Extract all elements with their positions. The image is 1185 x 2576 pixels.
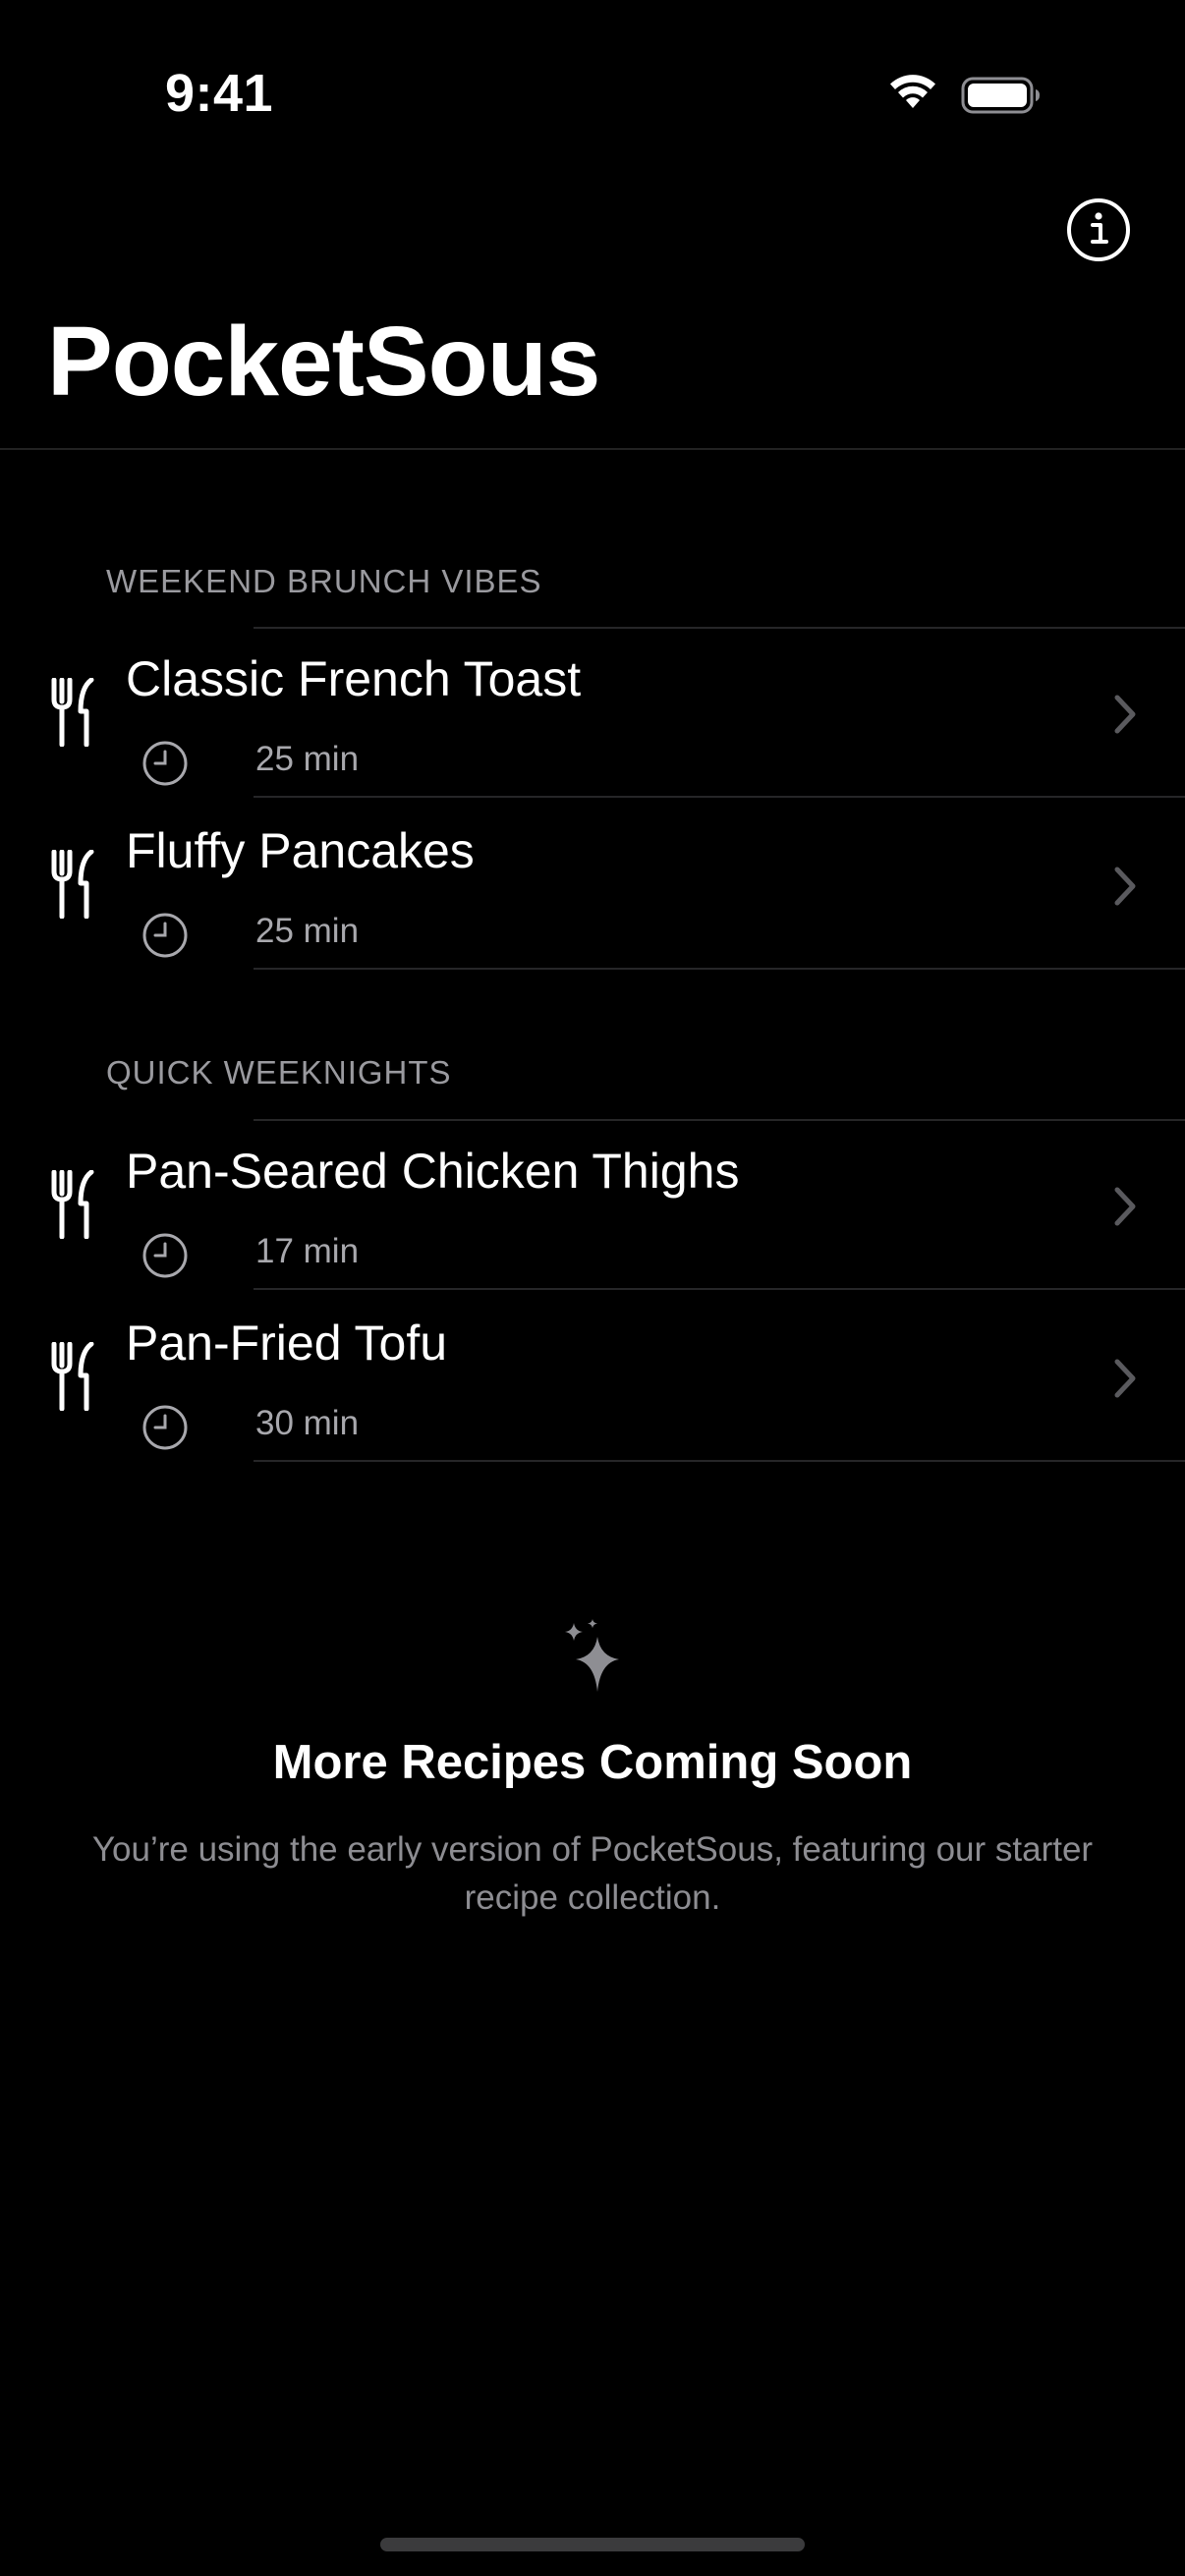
recipe-row-pan-fried-tofu[interactable]: Pan-Fried Tofu 30 min: [0, 1291, 1185, 1462]
recipe-title: Classic French Toast: [126, 651, 582, 706]
chevron-right-icon: [1114, 1187, 1136, 1226]
chevron-right-icon: [1114, 695, 1136, 734]
row-separator: [254, 1119, 1185, 1121]
clock-icon: [142, 1405, 188, 1450]
wifi-icon: [890, 75, 935, 108]
recipe-row-fluffy-pancakes[interactable]: Fluffy Pancakes 25 min: [0, 799, 1185, 970]
fork-knife-icon: [51, 1342, 94, 1411]
section-header-weekend-brunch: WEEKEND BRUNCH VIBES: [106, 563, 542, 599]
coming-soon-title: More Recipes Coming Soon: [272, 1736, 913, 1789]
clock-icon: [142, 913, 188, 958]
recipe-row-pan-seared-chicken-thighs[interactable]: Pan-Seared Chicken Thighs 17 min: [0, 1119, 1185, 1290]
clock-icon: [142, 1233, 188, 1278]
row-separator: [254, 1288, 1185, 1290]
recipe-title: Fluffy Pancakes: [126, 823, 475, 878]
fork-knife-icon: [51, 678, 94, 747]
sparkles-icon: [565, 1619, 619, 1692]
recipe-time: 25 min: [255, 912, 360, 950]
chevron-right-icon: [1114, 1359, 1136, 1398]
fork-knife-icon: [51, 850, 94, 919]
row-separator: [254, 627, 1185, 629]
status-bar: 9:41: [0, 0, 1185, 187]
status-time: 9:41: [165, 64, 274, 123]
battery-icon: [961, 77, 1040, 114]
info-button[interactable]: [1065, 196, 1132, 263]
recipe-time: 30 min: [255, 1404, 360, 1442]
page-title: PocketSous: [47, 307, 600, 417]
coming-soon-description: You’re using the early version of Pocket…: [91, 1830, 1094, 1917]
clock-icon: [142, 741, 188, 786]
recipe-title: Pan-Fried Tofu: [126, 1316, 448, 1371]
recipe-row-classic-french-toast[interactable]: Classic French Toast 25 min: [0, 627, 1185, 798]
row-separator: [254, 1460, 1185, 1462]
recipe-time: 17 min: [255, 1232, 360, 1270]
recipe-time: 25 min: [255, 740, 360, 778]
recipe-title: Pan-Seared Chicken Thighs: [126, 1144, 740, 1199]
row-separator: [254, 796, 1185, 798]
section-header-quick-weeknights: QUICK WEEKNIGHTS: [106, 1054, 452, 1091]
fork-knife-icon: [51, 1170, 94, 1239]
chevron-right-icon: [1114, 867, 1136, 906]
home-indicator[interactable]: [380, 2538, 805, 2551]
header-divider: [0, 448, 1185, 450]
row-separator: [254, 968, 1185, 970]
